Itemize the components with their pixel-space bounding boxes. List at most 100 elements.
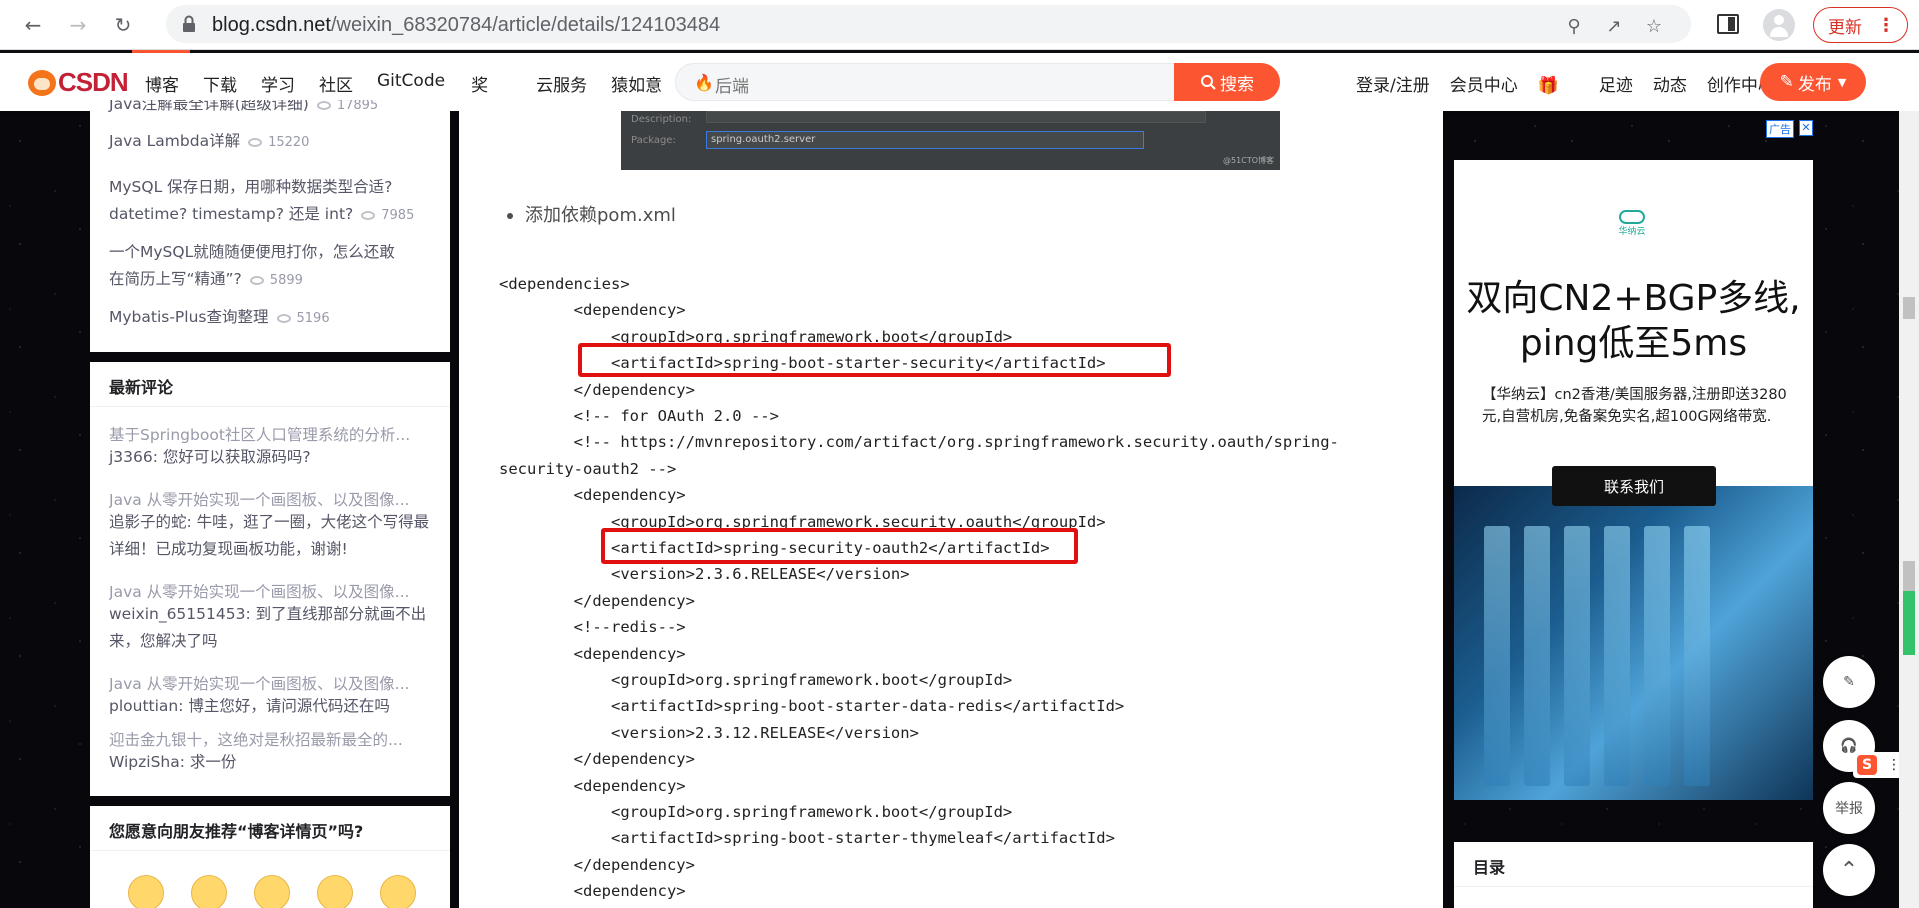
card-title: 您愿意向朋友推荐“博客详情页”吗? <box>109 822 364 841</box>
profile-avatar-icon[interactable] <box>1763 9 1795 41</box>
publish-button[interactable]: ✎ 发布 ▼ <box>1760 63 1866 101</box>
nav-blog[interactable]: 博客 <box>145 71 179 96</box>
hot-article-title: Java注解最全详解(超级详细) <box>109 100 309 113</box>
nav-cloud[interactable]: 云服务 <box>536 71 587 96</box>
hot-article-title: Mybatis-Plus查询整理 <box>109 308 269 326</box>
share-icon[interactable]: ↗ <box>1603 15 1625 37</box>
more-menu-icon[interactable]: ⋮ <box>1877 15 1895 36</box>
ad-contact-button[interactable]: 联系我们 <box>1552 466 1716 506</box>
code-line: </dependency> <box>499 380 695 399</box>
rack-graphic <box>1684 526 1710 786</box>
rack-graphic <box>1484 526 1510 786</box>
code-line: <dependency> <box>499 776 686 795</box>
fire-icon: 🔥 <box>694 73 714 92</box>
comment-article-link[interactable]: 迎击金九银十，这绝对是秋招最新最全的... <box>109 728 434 750</box>
user-nav: 登录/注册 会员中心 🎁 足迹 动态 创作中心 <box>1356 71 1795 96</box>
eye-icon <box>248 138 263 147</box>
comment-article-link[interactable]: Java 从零开始实现一个画图板、以及图像... <box>109 488 434 510</box>
bookmark-star-icon[interactable]: ☆ <box>1643 15 1665 37</box>
scrollbar-marker <box>1903 561 1915 593</box>
confused-face-icon[interactable] <box>191 875 227 908</box>
nav-community[interactable]: 社区 <box>319 71 353 96</box>
code-line: <dependency> <box>499 486 686 505</box>
divider <box>1454 886 1813 887</box>
search-button-label: 搜索 <box>1220 74 1254 95</box>
nav-learn[interactable]: 学习 <box>261 71 295 96</box>
nav-footprint[interactable]: 足迹 <box>1599 71 1633 96</box>
url-text[interactable]: blog.csdn.net/weixin_68320784/article/de… <box>212 14 720 37</box>
scrollbar-marker <box>1903 297 1915 319</box>
comment-text[interactable]: plouttian: 博主您好，请问源代码还在吗 <box>109 693 439 720</box>
nav-gitcode[interactable]: GitCode 奖 <box>377 71 512 96</box>
scrollbar-thumb[interactable] <box>1903 591 1915 655</box>
ide-screenshot-image: Description: Package: spring.oauth2.serv… <box>621 111 1280 170</box>
search-button[interactable]: 搜索 <box>1174 63 1280 101</box>
url-path: /weixin_68320784/article/details/1241034… <box>330 14 721 36</box>
logo-text: CSDN <box>58 67 129 97</box>
code-line: <!--redis--> <box>499 618 686 637</box>
reload-icon[interactable]: ↻ <box>108 10 138 40</box>
comment-article-link[interactable]: Java 从零开始实现一个画图板、以及图像... <box>109 580 434 602</box>
nav-login[interactable]: 登录/注册 <box>1356 71 1430 96</box>
code-line: </dependency> <box>499 855 695 874</box>
advertisement[interactable]: 华纳云 双向CN2+BGP多线, ping低至5ms 【华纳云】cn2香港/美国… <box>1454 160 1813 800</box>
ad-brand-name: 华纳云 <box>1618 227 1646 237</box>
view-count: 7985 <box>381 208 415 223</box>
page-scrollbar[interactable] <box>1899 111 1919 908</box>
csdn-logo[interactable]: CSDN <box>28 67 129 98</box>
nav-gitcode-label: GitCode <box>377 71 446 91</box>
comment-article-link[interactable]: Java 从零开始实现一个画图板、以及图像... <box>109 672 434 694</box>
comment-text[interactable]: WipziSha: 求一份 <box>109 749 439 776</box>
card-title: 最新评论 <box>109 378 174 397</box>
report-button[interactable]: 举报 <box>1823 782 1875 834</box>
address-bar[interactable]: blog.csdn.net/weixin_68320784/article/de… <box>166 5 1691 43</box>
hot-article-item[interactable]: Java注解最全详解(超级详细) 17895 <box>109 100 424 119</box>
comment-text[interactable]: weixin_65151453: 到了直线那部分就画不出来，您解决了吗 <box>109 601 439 655</box>
screenshot-label: Package: <box>631 135 676 146</box>
rack-graphic <box>1604 526 1630 786</box>
eye-icon <box>249 276 264 285</box>
ad-close-icon[interactable]: ✕ <box>1799 120 1813 136</box>
angry-face-icon[interactable] <box>128 875 164 908</box>
search-input[interactable]: 后端 <box>715 72 749 97</box>
code-line: <dependency> <box>499 644 686 663</box>
hot-article-item[interactable]: Mybatis-Plus查询整理 5196 <box>109 304 424 332</box>
code-line: <artifactId>spring-boot-starter-data-red… <box>499 697 1125 716</box>
code-line: </dependency> <box>499 591 695 610</box>
neutral-face-icon[interactable] <box>254 875 290 908</box>
nav-yuanruyi[interactable]: 猿如意 <box>611 71 662 96</box>
smile-face-icon[interactable] <box>317 875 353 908</box>
zoom-icon[interactable]: ⚲ <box>1563 15 1585 37</box>
view-count: 15220 <box>268 135 310 150</box>
browser-update-button[interactable]: 更新 ⋮ <box>1813 7 1908 43</box>
comment-text[interactable]: 追影子的蛇: 牛哇，逛了一圈，大佬这个写得最详细！已成功复现画板功能，谢谢! <box>109 509 439 563</box>
nav-feed[interactable]: 动态 <box>1653 71 1687 96</box>
view-count: 5899 <box>269 273 303 288</box>
nav-vip[interactable]: 会员中心 🎁 <box>1450 71 1579 96</box>
ad-brand-logo: 华纳云 <box>1614 210 1650 240</box>
update-label: 更新 <box>1828 17 1862 38</box>
lock-icon[interactable] <box>182 15 196 33</box>
screenshot-field: spring.oauth2.server <box>706 131 1144 149</box>
hot-article-item[interactable]: MySQL 保存日期，用哪种数据类型合适? datetime? timestamp… <box>109 174 424 229</box>
ad-title: 双向CN2+BGP多线, ping低至5ms <box>1454 276 1813 366</box>
nav-download[interactable]: 下载 <box>203 71 237 96</box>
comment-article-link[interactable]: 基于Springboot社区人口管理系统的分析... <box>109 423 434 445</box>
forward-icon[interactable]: → <box>63 10 93 40</box>
screenshot-field <box>706 111 1206 123</box>
pen-icon: ✎ <box>1779 72 1794 92</box>
hot-article-title: Java Lambda详解 <box>109 132 241 150</box>
laugh-face-icon[interactable] <box>380 875 416 908</box>
hot-article-item[interactable]: 一个MySQL就随随便便甩打你，怎么还敢 在简历上写“精通”? 5899 <box>109 239 424 294</box>
search-box[interactable]: 🔥 后端 搜索 <box>675 63 1280 101</box>
server-rack-image <box>1454 486 1813 800</box>
edit-note-icon[interactable]: ✎ <box>1823 656 1875 708</box>
view-count: 17895 <box>336 100 379 113</box>
latest-comments-card: 最新评论 基于Springboot社区人口管理系统的分析... j3366: 您… <box>90 362 450 796</box>
back-icon[interactable]: ← <box>18 10 48 40</box>
comment-text[interactable]: j3366: 您好可以获取源码吗? <box>109 444 439 471</box>
publish-label: 发布 <box>1797 74 1832 95</box>
side-panel-icon[interactable] <box>1717 14 1739 34</box>
back-to-top-icon[interactable]: ⌃ <box>1823 844 1875 896</box>
hot-article-item[interactable]: Java Lambda详解 15220 <box>109 128 424 156</box>
